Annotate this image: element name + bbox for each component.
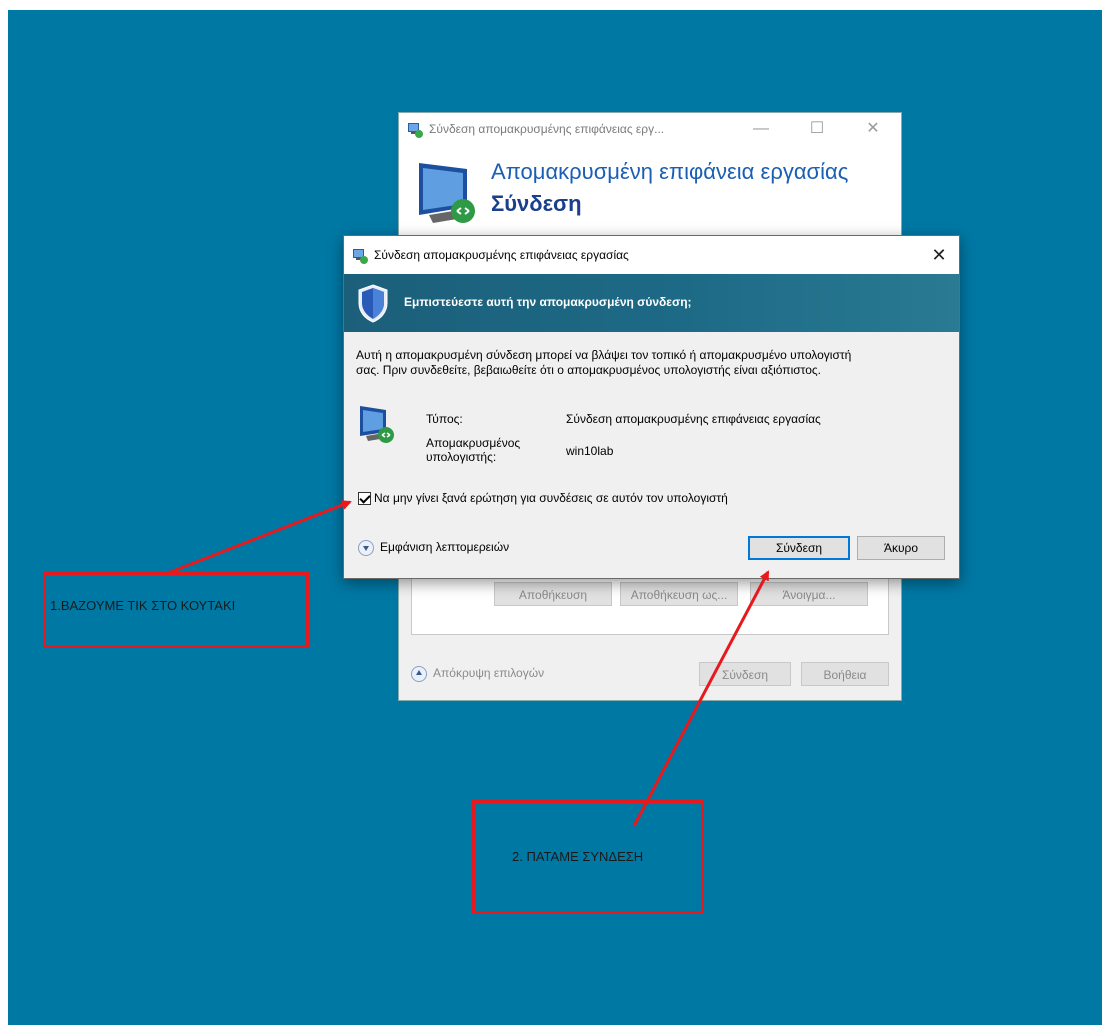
arrow-to-checkbox [167, 500, 352, 575]
arrow-to-connect-button [632, 570, 770, 827]
annotation-arrows [167, 500, 770, 827]
